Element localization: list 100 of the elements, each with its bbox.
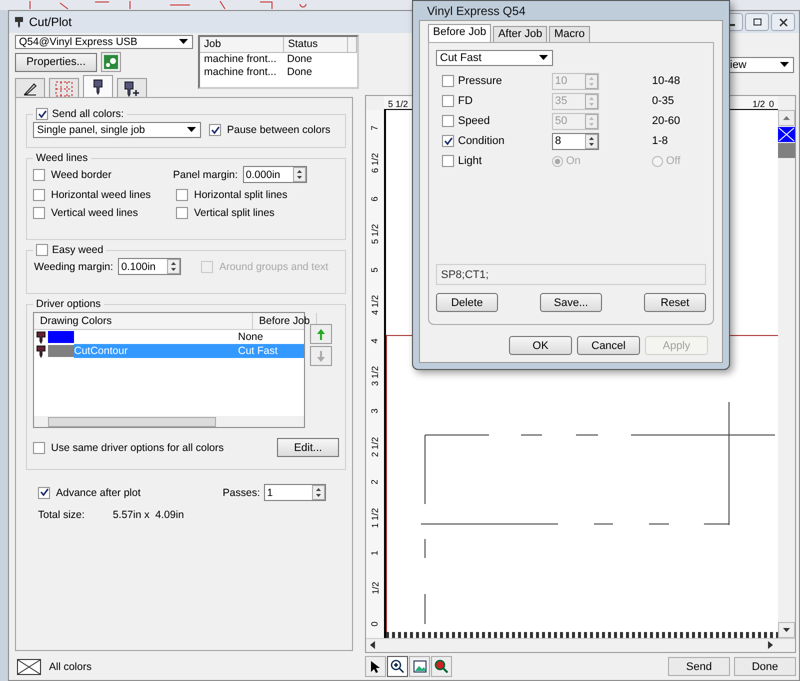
checkbox[interactable]: [33, 189, 45, 201]
checkbox-label: Use same driver options for all colors: [51, 442, 224, 454]
dialog-button[interactable]: Cancel: [577, 336, 640, 355]
radio-label: On: [566, 155, 581, 167]
maximize-button[interactable]: [745, 13, 769, 31]
panel-margin-field[interactable]: 0.000in: [242, 166, 307, 183]
ruler-label: 1 1/2: [370, 508, 380, 528]
group-title: Weed lines: [35, 152, 89, 164]
checkbox[interactable]: [176, 189, 188, 201]
checkbox[interactable]: [442, 75, 454, 87]
checkbox[interactable]: [442, 155, 454, 167]
tab[interactable]: [117, 78, 147, 98]
image-icon: [412, 660, 426, 673]
passes-field[interactable]: 1: [264, 484, 326, 501]
dialog-button[interactable]: Reset: [644, 293, 706, 312]
checkbox[interactable]: [36, 244, 48, 256]
table-cell: Cut Fast: [236, 344, 304, 358]
dialog-button[interactable]: Delete: [436, 293, 498, 312]
tool-button[interactable]: [365, 656, 386, 677]
tab[interactable]: [15, 78, 45, 98]
dropdown-arrow-icon[interactable]: [179, 39, 188, 45]
range-text: 20-60: [652, 115, 682, 127]
arrow-down-icon: [783, 628, 790, 632]
column-header[interactable]: Job: [200, 37, 284, 53]
preset-select[interactable]: Cut Fast: [436, 50, 553, 66]
ruler-label: 3: [370, 408, 380, 414]
checkbox[interactable]: [33, 207, 45, 219]
dropdown-arrow-icon[interactable]: [539, 55, 548, 61]
tab[interactable]: [83, 75, 113, 98]
table-cell-text: None: [237, 330, 264, 344]
weeding-margin-field[interactable]: 0.100in: [118, 258, 182, 275]
total-size-value: 5.57in x 4.09in: [112, 509, 184, 521]
checkbox[interactable]: [442, 115, 454, 127]
tab[interactable]: Macro: [549, 26, 590, 42]
spin-buttons[interactable]: [292, 167, 306, 182]
color-row[interactable]: None: [34, 330, 304, 344]
properties-button[interactable]: Properties...: [15, 52, 97, 72]
arrow-down-icon: [317, 350, 325, 362]
printer-select[interactable]: Q54@Vinyl Express USB: [15, 35, 193, 49]
checkbox[interactable]: [176, 207, 188, 219]
column-header[interactable]: Drawing Colors: [34, 313, 253, 329]
close-button[interactable]: [771, 13, 795, 31]
ruler-label: 2: [370, 480, 380, 485]
action-button[interactable]: Send: [668, 657, 730, 676]
vertical-scrollbar[interactable]: [778, 110, 795, 638]
ruler-label: 5 1/2: [388, 99, 408, 109]
output-mode-select[interactable]: Single panel, single job: [33, 122, 201, 138]
window-title: Cut/Plot: [29, 15, 72, 29]
ruler-label: 0: [370, 621, 380, 626]
checkbox[interactable]: [33, 168, 45, 180]
range-text: 10-48: [652, 75, 682, 87]
zoom-icon: [434, 659, 449, 674]
dropdown-arrow-icon[interactable]: [187, 127, 196, 133]
envelope-icon: [17, 658, 41, 674]
checkbox-label: Pause between colors: [227, 124, 330, 136]
action-button[interactable]: Done: [734, 657, 796, 676]
ruler-label: 1/2: [370, 582, 380, 595]
checkbox[interactable]: [36, 108, 48, 120]
column-header[interactable]: Status: [284, 37, 348, 53]
tool-button[interactable]: [431, 656, 452, 677]
dialog-button: Apply: [645, 336, 708, 355]
spin-buttons: [585, 114, 598, 128]
tool-button[interactable]: [409, 656, 430, 677]
checkbox-label: Easy weed: [52, 244, 104, 256]
cutter-plus-icon: [124, 80, 140, 96]
checkbox[interactable]: [209, 124, 221, 136]
dialog-button[interactable]: Save...: [540, 293, 602, 312]
value-field: 50: [552, 112, 599, 130]
move-up-button[interactable]: [310, 324, 332, 344]
command-field: SP8;CT1;: [436, 264, 706, 285]
pointer-icon: [370, 660, 382, 674]
arrow-up-icon: [783, 116, 790, 120]
checkbox[interactable]: [33, 442, 45, 454]
cutter-icon: [92, 79, 104, 95]
color-swatch[interactable]: [778, 143, 795, 158]
dialog-button[interactable]: OK: [509, 336, 572, 355]
ruler-label: 0: [768, 99, 774, 109]
connect-button[interactable]: [101, 52, 121, 72]
horizontal-scrollbar[interactable]: [366, 638, 795, 652]
checkbox[interactable]: [442, 95, 454, 107]
checkbox[interactable]: [38, 486, 50, 498]
color-swatch[interactable]: [778, 127, 795, 142]
edit-button[interactable]: Edit...: [277, 438, 339, 457]
tab[interactable]: After Job: [493, 26, 548, 42]
dropdown-arrow-icon[interactable]: [780, 62, 789, 68]
page-icon: [22, 80, 38, 96]
checkbox-label: Weed border: [51, 168, 112, 180]
table-cell-text: Done: [286, 66, 314, 79]
ruler-label: 6 1/2: [370, 153, 380, 174]
tab[interactable]: Before Job: [428, 24, 492, 42]
checkbox-label: Horizontal weed lines: [51, 189, 151, 201]
checkbox[interactable]: [442, 135, 454, 147]
tool-button[interactable]: [387, 656, 408, 677]
horizontal-scrollbar[interactable]: [34, 416, 304, 427]
spin-buttons[interactable]: [585, 134, 598, 148]
spin-buttons[interactable]: [167, 259, 180, 274]
value-field[interactable]: 8: [552, 132, 599, 150]
checkbox-label: Speed: [458, 115, 490, 127]
spin-buttons[interactable]: [312, 485, 325, 500]
dialog-title: Vinyl Express Q54: [426, 2, 526, 20]
